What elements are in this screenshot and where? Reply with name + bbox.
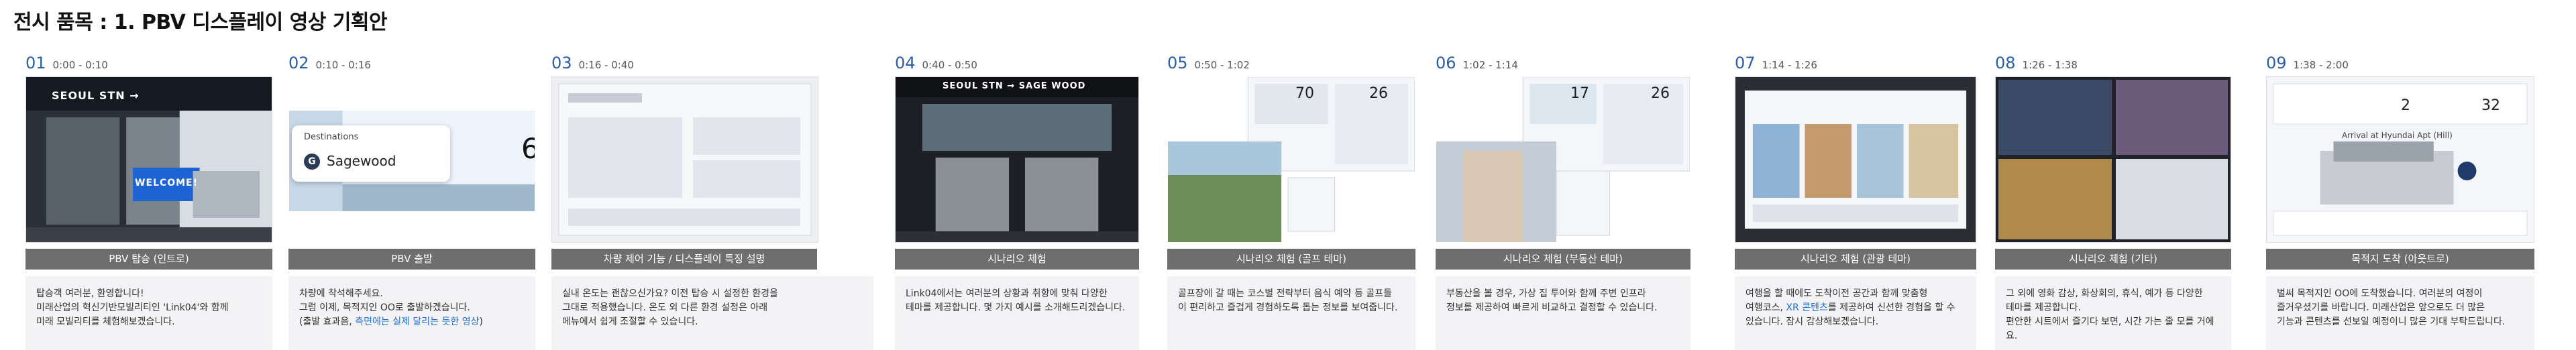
scene-header: 08 1:26 - 1:38 xyxy=(1995,54,2231,76)
scene-time: 0:50 - 1:02 xyxy=(1194,59,1250,71)
scene-header: 09 1:38 - 2:00 xyxy=(2266,54,2534,76)
panel-number-2: 26 xyxy=(1369,85,1388,102)
scene-07[interactable]: 07 1:14 - 1:26 시나리오 체험 (관광 테마) 여행을 할 때에도 … xyxy=(1735,54,1976,350)
scene-label: 시나리오 체험 xyxy=(895,249,1139,270)
scene-02[interactable]: 020:10 - 0:16 Destinations G Sagewood 6 … xyxy=(288,54,535,350)
scene-06[interactable]: 06 1:02 - 1:14 17 26 시나리오 체험 (부동산 테마) 부동산… xyxy=(1436,54,1690,350)
scene-label: 시나리오 체험 (관광 테마) xyxy=(1735,249,1976,270)
scene-number: 09 xyxy=(2266,54,2287,72)
scene-time: 1:02 - 1:14 xyxy=(1462,59,1518,71)
scene-thumbnail[interactable]: Destinations G Sagewood 6 xyxy=(288,76,535,243)
desc-main: 차량에 착석해주세요. 그럼 이제, 목적지인 OO로 출발하겠습니다. xyxy=(299,288,470,313)
scene-description: 부동산을 볼 경우, 가상 집 투어와 함께 주변 인프라 정보를 제공하여 빠… xyxy=(1436,276,1690,350)
scene-label: 목적지 도착 (아웃트로) xyxy=(2266,249,2534,270)
panel-number: 17 xyxy=(1570,85,1589,102)
scene-header: 03 0:16 - 0:40 xyxy=(551,54,873,76)
screen-sign: SEOUL STN → xyxy=(52,89,140,102)
cabin-seats-icon xyxy=(896,77,1138,242)
entertainment-grid-icon xyxy=(1996,77,2231,242)
destination-value: Sagewood xyxy=(327,153,396,169)
desc-note-prefix: (출발 효과음, xyxy=(299,316,356,327)
scene-header: 07 1:14 - 1:26 xyxy=(1735,54,1976,76)
scene-time: 1:38 - 2:00 xyxy=(2293,59,2349,71)
scene-time: 1:26 - 1:38 xyxy=(2022,59,2078,71)
scene-thumbnail[interactable]: SEOUL STN → SAGE WOOD xyxy=(895,76,1139,243)
scene-time: 0:16 - 0:40 xyxy=(578,59,634,71)
destination-label: Destinations xyxy=(304,132,359,142)
scene-header: 04 0:40 - 0:50 xyxy=(895,54,1139,76)
scene-time: 0:40 - 0:50 xyxy=(922,59,977,71)
scene-description: 차량에 착석해주세요. 그럼 이제, 목적지인 OO로 출발하겠습니다. (출발… xyxy=(288,276,535,350)
scene-description: 실내 온도는 괜찮으신가요? 이전 탑승 시 설정한 환경을 그대로 적용했습니… xyxy=(551,276,873,350)
climate-control-icon xyxy=(552,77,818,242)
scene-label: 차량 제어 기능 / 디스플레이 특징 설명 xyxy=(551,249,817,270)
scene-description: 벌써 목적지인 OO에 도착했습니다. 여러분의 여정이 즐거우셨기를 바랍니다… xyxy=(2266,276,2534,350)
scene-01[interactable]: 01 0:00 - 0:10 SEOUL STN → WELCOME! PBV 탑… xyxy=(25,54,272,350)
scene-label: PBV 출발 xyxy=(288,249,535,270)
scene-list: 01 0:00 - 0:10 SEOUL STN → WELCOME! PBV 탑… xyxy=(0,0,2576,350)
scene-thumbnail[interactable] xyxy=(1735,76,1976,243)
scene-label: 시나리오 체험 (기타) xyxy=(1995,249,2231,270)
scene-thumbnail[interactable]: SEOUL STN → WELCOME! xyxy=(25,76,272,243)
screen-sign: SEOUL STN → SAGE WOOD xyxy=(943,81,1086,91)
scene-number: 02 xyxy=(288,54,309,72)
desc-note-link: 측면에는 실제 달리는 듯한 영상 xyxy=(355,316,480,327)
travel-gallery-icon xyxy=(1735,77,1976,242)
scene-description: 그 외에 영화 감상, 화상회의, 휴식, 예가 등 다양한 테마를 제공합니다… xyxy=(1995,276,2231,350)
scene-header: 01 0:00 - 0:10 xyxy=(25,54,272,76)
scene-header: 06 1:02 - 1:14 xyxy=(1436,54,1690,76)
scene-thumbnail[interactable]: Arrival at Hyundai Apt (Hill) 2 32 xyxy=(2266,76,2534,243)
scene-label: PBV 탑승 (인트로) xyxy=(25,249,272,270)
scene-description: Link04에서는 여러분의 상황과 취향에 맞춰 다양한 테마를 제공합니다.… xyxy=(895,276,1139,350)
scene-thumbnail[interactable] xyxy=(551,76,818,243)
scene-thumbnail[interactable] xyxy=(1995,76,2231,243)
destination-cut-text: 6 xyxy=(521,132,535,165)
scene-label: 시나리오 체험 (부동산 테마) xyxy=(1436,249,1690,270)
desc-note-suffix: ) xyxy=(479,316,483,327)
scene-03[interactable]: 03 0:16 - 0:40 차량 제어 기능 / 디스플레이 특징 설명 실내 … xyxy=(551,54,873,350)
scene-number: 03 xyxy=(551,54,572,72)
scene-description: 여행을 할 때에도 도착이전 공간과 함께 맞춤형 여행코스, XR 콘텐츠를 … xyxy=(1735,276,1976,350)
destination-card: Destinations G Sagewood xyxy=(292,125,450,182)
panel-number: 70 xyxy=(1295,85,1314,102)
scene-label: 시나리오 체험 (골프 테마) xyxy=(1167,249,1415,270)
scene-number: 06 xyxy=(1436,54,1456,72)
scene-time: 1:14 - 1:26 xyxy=(1762,59,1817,71)
scene-number: 04 xyxy=(895,54,916,72)
scene-04[interactable]: 04 0:40 - 0:50 SEOUL STN → SAGE WOOD 시나리오… xyxy=(895,54,1139,350)
scene-time: 0:00 - 0:10 xyxy=(52,59,108,71)
scene-05[interactable]: 05 0:50 - 1:02 70 26 시나리오 체험 (골프 테마) 골프장에… xyxy=(1167,54,1415,350)
scene-09[interactable]: 09 1:38 - 2:00 Arrival at Hyundai Apt (Hi… xyxy=(2266,54,2534,350)
scene-thumbnail[interactable]: 17 26 xyxy=(1436,76,1690,243)
panel-number-2: 26 xyxy=(1651,85,1670,102)
desc-link: XR 콘텐츠 xyxy=(1786,302,1828,313)
scene-number: 08 xyxy=(1995,54,2016,72)
scene-time: 0:10 - 0:16 xyxy=(315,59,371,71)
scene-number: 05 xyxy=(1167,54,1188,72)
scene-08[interactable]: 08 1:26 - 1:38 시나리오 체험 (기타) 그 외에 영화 감상, 화… xyxy=(1995,54,2231,350)
scene-description: 탑승객 여러분, 환영합니다! 미래산업의 혁신기반모빌리티인 'Link04'… xyxy=(25,276,272,350)
panel-number-2: 32 xyxy=(2481,97,2500,114)
scene-number: 07 xyxy=(1735,54,1756,72)
scene-header: 02 0:10 - 0:16 xyxy=(288,54,535,76)
scene-header: 05 0:50 - 1:02 xyxy=(1167,54,1415,76)
destination-badge: G xyxy=(304,154,320,170)
scene-thumbnail[interactable]: 70 26 xyxy=(1167,76,1415,243)
scene-number: 01 xyxy=(25,54,46,72)
scene-description: 골프장에 갈 때는 코스별 전략부터 음식 예약 등 골프들 이 편리하고 즐겁… xyxy=(1167,276,1415,350)
screen-welcome: WELCOME! xyxy=(135,178,198,188)
arrival-text: Arrival at Hyundai Apt (Hill) xyxy=(2342,131,2453,140)
panel-number: 2 xyxy=(2401,97,2410,114)
